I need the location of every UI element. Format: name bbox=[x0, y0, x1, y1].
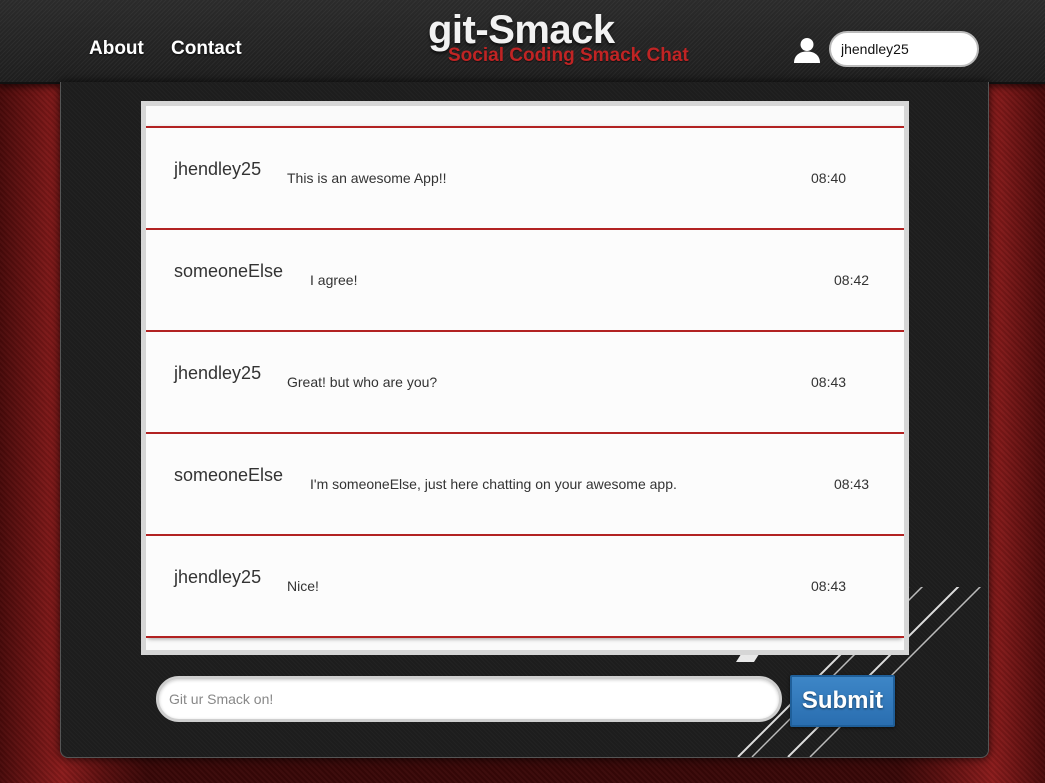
chat-panel: jhendley25 This is an awesome App!! 08:4… bbox=[60, 82, 989, 758]
message-username: jhendley25 bbox=[174, 567, 262, 587]
submit-button[interactable]: Submit bbox=[790, 675, 895, 727]
message-text: I agree! bbox=[310, 272, 358, 288]
message-input[interactable] bbox=[156, 676, 782, 722]
nav-contact-link[interactable]: Contact bbox=[171, 38, 242, 60]
message-time: 08:43 bbox=[811, 578, 847, 594]
username-field[interactable] bbox=[829, 31, 979, 67]
message-item: jhendley25 Nice! 08:43 bbox=[146, 536, 904, 638]
message-time: 08:40 bbox=[811, 170, 847, 186]
message-item: jhendley25 Great! but who are you? 08:43 bbox=[146, 332, 904, 434]
nav-about-link[interactable]: About bbox=[89, 38, 144, 60]
message-username: jhendley25 bbox=[174, 363, 262, 383]
message-username: someoneElse bbox=[174, 465, 284, 485]
message-username: jhendley25 bbox=[174, 159, 262, 179]
message-time: 08:43 bbox=[811, 374, 847, 390]
message-item: someoneElse I'm someoneElse, just here c… bbox=[146, 434, 904, 536]
message-list: jhendley25 This is an awesome App!! 08:4… bbox=[141, 101, 909, 655]
message-item: someoneElse I agree! 08:42 bbox=[146, 230, 904, 332]
message-item: jhendley25 This is an awesome App!! 08:4… bbox=[146, 128, 904, 230]
message-username: someoneElse bbox=[174, 261, 284, 281]
message-text: Nice! bbox=[287, 578, 319, 594]
top-header: About Contact git-Smack Social Coding Sm… bbox=[0, 0, 1045, 84]
message-text: I'm someoneElse, just here chatting on y… bbox=[310, 476, 677, 492]
message-time: 08:43 bbox=[834, 476, 870, 492]
brand-subtitle: Social Coding Smack Chat bbox=[448, 45, 689, 66]
message-time: 08:42 bbox=[834, 272, 870, 288]
user-icon bbox=[793, 36, 821, 64]
message-text: Great! but who are you? bbox=[287, 374, 438, 390]
message-text: This is an awesome App!! bbox=[287, 170, 447, 186]
